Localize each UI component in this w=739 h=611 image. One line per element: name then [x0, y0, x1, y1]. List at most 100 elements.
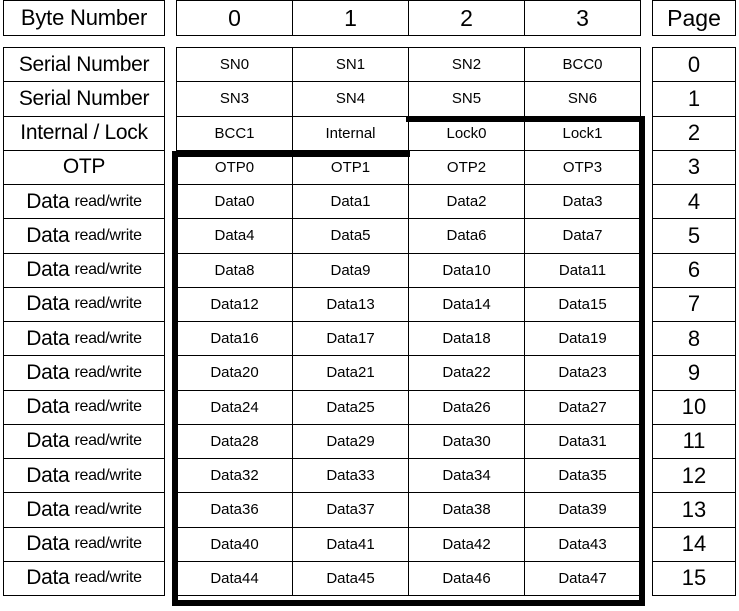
- byte-cell: Data46: [408, 560, 525, 596]
- row-label-main: Data: [26, 292, 70, 316]
- row-label-main: Serial Number: [18, 86, 150, 110]
- byte-cell: Data31: [524, 423, 641, 459]
- byte-cell: Lock0: [408, 115, 525, 151]
- table-row: Data44 Data45 Data46 Data47: [176, 560, 641, 596]
- byte-cell: Data9: [292, 252, 409, 288]
- row-label: Data read/write: [3, 526, 165, 562]
- row-label-sub: read/write: [74, 500, 142, 518]
- byte-cell: SN2: [408, 47, 525, 83]
- row-label-sub: read/write: [74, 192, 142, 210]
- row-label-sub: read/write: [74, 466, 142, 484]
- byte-cell: Data8: [176, 252, 293, 288]
- byte-cell: Data15: [524, 286, 641, 322]
- byte-cell: Data2: [408, 184, 525, 220]
- page-header: Page: [652, 0, 736, 36]
- page-number: 8: [652, 321, 736, 357]
- row-label-main: Data: [26, 360, 70, 384]
- row-label: Data read/write: [3, 355, 165, 391]
- table-row: Data40 Data41 Data42 Data43: [176, 526, 641, 562]
- row-label-sub: read/write: [74, 363, 142, 381]
- row-label: Data read/write: [3, 184, 165, 220]
- byte-cell: Data20: [176, 355, 293, 391]
- memory-map-table: Byte Number Serial Number Serial Number In…: [0, 0, 739, 611]
- byte-cell: Data27: [524, 389, 641, 425]
- byte-cell: Data38: [408, 492, 525, 528]
- byte-cell: Data45: [292, 560, 409, 596]
- byte-cell: Data23: [524, 355, 641, 391]
- byte-cell: Data41: [292, 526, 409, 562]
- byte-cell: Data33: [292, 458, 409, 494]
- byte-cell: Data14: [408, 286, 525, 322]
- byte-column-header: 3: [524, 0, 641, 36]
- row-label-main: Data: [26, 223, 70, 247]
- row-label-main: Serial Number: [18, 52, 150, 76]
- page-number: 6: [652, 252, 736, 288]
- byte-cell: Data13: [292, 286, 409, 322]
- row-label: Data read/write: [3, 492, 165, 528]
- table-row: SN0 SN1 SN2 BCC0: [176, 47, 641, 83]
- row-label-sub: read/write: [74, 535, 142, 553]
- byte-cell: Data34: [408, 458, 525, 494]
- byte-cell: SN6: [524, 81, 641, 117]
- byte-cell: BCC1: [176, 115, 293, 151]
- byte-cell: Internal: [292, 115, 409, 151]
- row-label-main: Data: [26, 189, 70, 213]
- table-row: Data12 Data13 Data14 Data15: [176, 286, 641, 322]
- byte-cell: Data43: [524, 526, 641, 562]
- byte-cell: Data4: [176, 218, 293, 254]
- page-number: 13: [652, 492, 736, 528]
- table-row: Data28 Data29 Data30 Data31: [176, 423, 641, 459]
- byte-cell: SN4: [292, 81, 409, 117]
- byte-cell: Data12: [176, 286, 293, 322]
- row-label: Data read/write: [3, 252, 165, 288]
- table-row: Data8 Data9 Data10 Data11: [176, 252, 641, 288]
- byte-column-header: 0: [176, 0, 293, 36]
- byte-cell: OTP2: [408, 149, 525, 185]
- byte-cell: SN5: [408, 81, 525, 117]
- byte-cell: Data36: [176, 492, 293, 528]
- row-label: OTP: [3, 149, 165, 185]
- byte-cell: SN1: [292, 47, 409, 83]
- table-row: BCC1 Internal Lock0 Lock1: [176, 115, 641, 151]
- byte-cell: Data19: [524, 321, 641, 357]
- row-label-main: Data: [26, 395, 70, 419]
- row-label-main: Data: [26, 566, 70, 590]
- byte-cell: OTP1: [292, 149, 409, 185]
- row-label: Data read/write: [3, 321, 165, 357]
- row-label: Serial Number: [3, 47, 165, 83]
- byte-grid-body: SN0 SN1 SN2 BCC0 SN3 SN4 SN5 SN6 BCC1 Internal Loc…: [176, 47, 641, 596]
- page-number-list: 0 1 2 3 4 5 6 7 8 9 10 11 12 13 14 15: [652, 47, 736, 596]
- row-label: Data read/write: [3, 218, 165, 254]
- table-row: Data24 Data25 Data26 Data27: [176, 389, 641, 425]
- row-label-sub: read/write: [74, 432, 142, 450]
- byte-cell: Data3: [524, 184, 641, 220]
- row-label-sub: read/write: [74, 226, 142, 244]
- byte-cell: BCC0: [524, 47, 641, 83]
- row-label-sub: read/write: [74, 329, 142, 347]
- byte-column-header: 1: [292, 0, 409, 36]
- row-label: Data read/write: [3, 560, 165, 596]
- byte-cell: Data28: [176, 423, 293, 459]
- byte-cell: Data32: [176, 458, 293, 494]
- byte-cell: Lock1: [524, 115, 641, 151]
- page-number: 14: [652, 526, 736, 562]
- table-row: Data4 Data5 Data6 Data7: [176, 218, 641, 254]
- row-label-sub: read/write: [74, 261, 142, 279]
- byte-column-headers: 0123: [176, 0, 641, 36]
- byte-cell: Data6: [408, 218, 525, 254]
- page-number: 0: [652, 47, 736, 83]
- row-label-main: OTP: [62, 155, 106, 179]
- byte-cell: Data10: [408, 252, 525, 288]
- row-label: Data read/write: [3, 286, 165, 322]
- byte-grid: 0123 SN0 SN1 SN2 BCC0 SN3 SN4 SN5 SN6 BCC1 Intern…: [176, 0, 641, 596]
- page-number: 11: [652, 423, 736, 459]
- byte-cell: Data39: [524, 492, 641, 528]
- byte-cell: Data37: [292, 492, 409, 528]
- table-row: OTP0 OTP1 OTP2 OTP3: [176, 149, 641, 185]
- byte-cell: OTP0: [176, 149, 293, 185]
- byte-cell: Data5: [292, 218, 409, 254]
- row-label-main: Data: [26, 258, 70, 282]
- page-number: 10: [652, 389, 736, 425]
- byte-cell: Data1: [292, 184, 409, 220]
- byte-cell: Data42: [408, 526, 525, 562]
